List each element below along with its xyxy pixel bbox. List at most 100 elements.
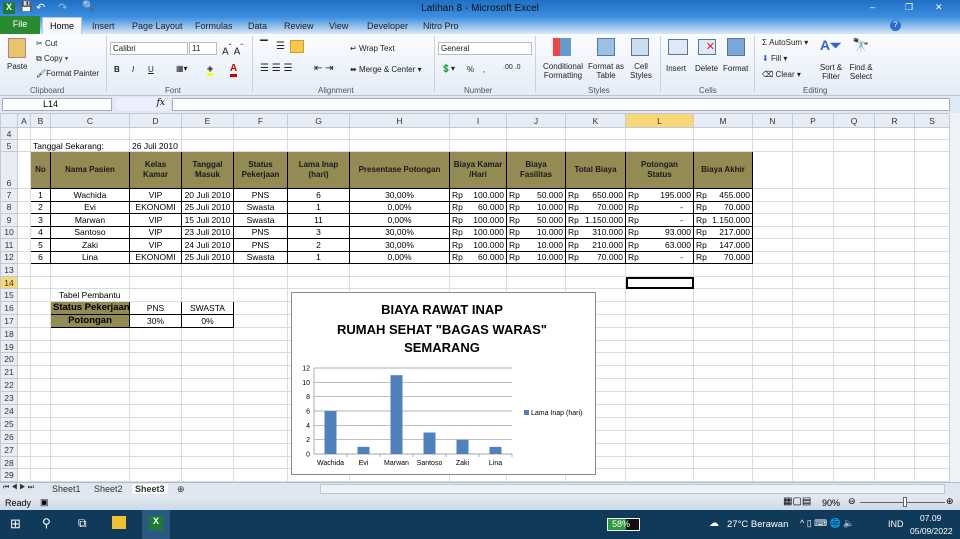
cell-B17[interactable] [30, 313, 51, 328]
zoom-level[interactable]: 90% [822, 498, 840, 508]
cell-D28[interactable] [129, 455, 182, 470]
cell-I10[interactable]: Rp 100.000 [449, 225, 507, 239]
cell-F11[interactable]: PNS [233, 238, 288, 252]
cell-S14[interactable] [914, 276, 950, 289]
cell-N24[interactable] [752, 404, 793, 418]
cell-P10[interactable] [792, 225, 834, 239]
cell-Q29[interactable] [833, 468, 875, 483]
cell-D19[interactable] [129, 339, 182, 354]
cell-S16[interactable] [914, 300, 950, 315]
row-header-28[interactable]: 28 [0, 455, 18, 470]
cell-D20[interactable] [129, 352, 182, 367]
cell-K10[interactable]: Rp 310.000 [565, 225, 626, 239]
task-view-icon[interactable]: ⧉ [78, 516, 87, 531]
cell-F22[interactable] [233, 378, 288, 393]
cell-J14[interactable] [506, 276, 566, 289]
cell-N18[interactable] [752, 326, 793, 341]
column-header-b[interactable]: B [30, 113, 51, 128]
help-icon[interactable]: ? [890, 20, 901, 31]
cell-E4[interactable] [181, 127, 234, 140]
column-header-m[interactable]: M [693, 113, 753, 128]
cell-E20[interactable] [181, 352, 234, 367]
cell-E19[interactable] [181, 339, 234, 354]
cell-L24[interactable] [625, 404, 694, 418]
cell-H13[interactable] [349, 263, 450, 277]
merge-center-button[interactable]: ⬌ Merge & Center ▾ [350, 65, 422, 74]
copy-button[interactable]: ⧉ Copy ▾ [36, 54, 68, 64]
cell-S8[interactable] [914, 200, 950, 214]
cell-B29[interactable] [30, 468, 51, 483]
column-header-k[interactable]: K [565, 113, 626, 128]
font-color-icon[interactable]: A [230, 63, 238, 77]
cell-J5[interactable] [506, 139, 566, 152]
cell-J4[interactable] [506, 127, 566, 140]
cell-E25[interactable] [181, 416, 234, 431]
cell-C28[interactable] [50, 455, 130, 470]
cell-M29[interactable] [693, 468, 753, 483]
cell-E27[interactable] [181, 442, 234, 457]
cell-G14[interactable] [287, 276, 350, 289]
cell-A27[interactable] [17, 442, 31, 457]
cell-G12[interactable]: 1 [287, 250, 350, 264]
cell-L29[interactable] [625, 468, 694, 483]
cell-K14[interactable] [565, 276, 626, 289]
cell-Q9[interactable] [833, 213, 875, 227]
cell-Q7[interactable] [833, 188, 875, 202]
cell-L10[interactable]: Rp 93.000 [625, 225, 694, 239]
cell-R27[interactable] [874, 442, 915, 457]
cell-D13[interactable] [129, 263, 182, 277]
tab-page-layout[interactable]: Page Layout [132, 19, 183, 34]
cell-S11[interactable] [914, 238, 950, 252]
tab-view[interactable]: View [329, 19, 348, 34]
cell-C10[interactable]: Santoso [50, 225, 130, 239]
column-header-l[interactable]: L [625, 113, 694, 128]
cell-C18[interactable] [50, 326, 130, 341]
cell-N17[interactable] [752, 313, 793, 328]
cell-B18[interactable] [30, 326, 51, 341]
cell-M10[interactable]: Rp 217.000 [693, 225, 753, 239]
cell-C22[interactable] [50, 378, 130, 393]
bold-button[interactable]: B [114, 65, 120, 74]
cell-N11[interactable] [752, 238, 793, 252]
cell-F15[interactable] [233, 288, 288, 302]
cell-N23[interactable] [752, 391, 793, 406]
row-header-27[interactable]: 27 [0, 442, 18, 457]
cell-M12[interactable]: Rp 70.000 [693, 250, 753, 264]
cell-C17[interactable]: Potongan [50, 313, 130, 328]
cell-B4[interactable] [30, 127, 51, 140]
cell-A11[interactable] [17, 238, 31, 252]
cell-R6[interactable] [874, 151, 915, 189]
cell-E17[interactable]: 0% [181, 313, 234, 328]
horizontal-scrollbar[interactable] [320, 484, 945, 494]
cell-A20[interactable] [17, 352, 31, 367]
row-header-10[interactable]: 10 [0, 225, 18, 239]
cell-D10[interactable]: VIP [129, 225, 182, 239]
cell-E23[interactable] [181, 391, 234, 406]
cell-Q17[interactable] [833, 313, 875, 328]
cut-button[interactable]: ✂ Cut [36, 39, 57, 48]
grow-font-icon[interactable]: Aˆ Aˇ [222, 42, 243, 57]
cell-P14[interactable] [792, 276, 834, 289]
cell-N25[interactable] [752, 416, 793, 431]
cell-A15[interactable] [17, 288, 31, 302]
paste-button[interactable]: Paste [7, 62, 27, 71]
cell-N28[interactable] [752, 455, 793, 470]
cell-A26[interactable] [17, 429, 31, 444]
cell-M20[interactable] [693, 352, 753, 367]
cell-B15[interactable] [30, 288, 51, 302]
cell-C23[interactable] [50, 391, 130, 406]
cell-M7[interactable]: Rp 455.000 [693, 188, 753, 202]
italic-button[interactable]: I [132, 65, 134, 74]
column-header-g[interactable]: G [287, 113, 350, 128]
cell-E7[interactable]: 20 Juli 2010 [181, 188, 234, 202]
cell-L4[interactable] [625, 127, 694, 140]
sheet-tab-sheet3[interactable]: Sheet3 [132, 484, 168, 494]
cell-C16[interactable]: Status Pekerjaan [50, 300, 130, 315]
cell-K5[interactable] [565, 139, 626, 152]
cell-P6[interactable] [792, 151, 834, 189]
cell-L18[interactable] [625, 326, 694, 341]
cell-M5[interactable] [693, 139, 753, 152]
cell-I13[interactable] [449, 263, 507, 277]
conditional-formatting-button[interactable]: Conditional Formatting [540, 62, 586, 80]
cell-M24[interactable] [693, 404, 753, 418]
